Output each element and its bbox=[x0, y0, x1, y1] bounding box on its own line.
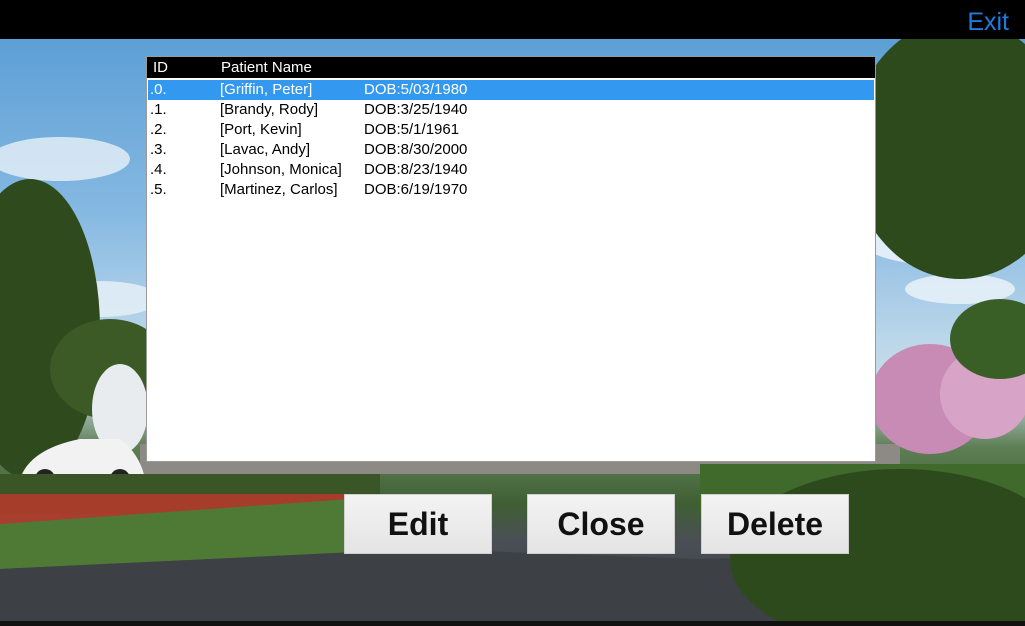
list-item[interactable]: .5. [Martinez, Carlos] DOB:6/19/1970 bbox=[148, 180, 874, 200]
patient-dob: DOB:6/19/1970 bbox=[364, 181, 468, 198]
patient-id: .5. bbox=[150, 181, 167, 198]
patient-name: [Griffin, Peter] bbox=[220, 81, 313, 98]
patient-name: [Port, Kevin] bbox=[220, 121, 302, 138]
patient-name: [Brandy, Rody] bbox=[220, 101, 319, 118]
bottom-strip bbox=[0, 621, 1025, 626]
close-button[interactable]: Close bbox=[527, 494, 675, 554]
patient-id: .1. bbox=[150, 101, 167, 118]
list-item[interactable]: .2. [Port, Kevin] DOB:5/1/1961 bbox=[148, 120, 874, 140]
top-bar: Exit bbox=[0, 0, 1025, 39]
edit-button[interactable]: Edit bbox=[344, 494, 492, 554]
patient-name: [Martinez, Carlos] bbox=[220, 181, 338, 198]
patient-id: .3. bbox=[150, 141, 167, 158]
list-item[interactable]: .3. [Lavac, Andy] DOB:8/30/2000 bbox=[148, 140, 874, 160]
list-header: ID Patient Name bbox=[147, 57, 875, 78]
patient-id: .2. bbox=[150, 121, 167, 138]
patient-name: [Johnson, Monica] bbox=[220, 161, 342, 178]
delete-button[interactable]: Delete bbox=[701, 494, 849, 554]
patient-list[interactable]: ID Patient Name .0. [Griffin, Peter] DOB… bbox=[146, 56, 876, 462]
list-item[interactable]: .0. [Griffin, Peter] DOB:5/03/1980 bbox=[148, 80, 874, 100]
column-header-patient-name[interactable]: Patient Name bbox=[221, 59, 312, 76]
patient-id: .0. bbox=[150, 81, 167, 98]
list-body: .0. [Griffin, Peter] DOB:5/03/1980 .1. [… bbox=[148, 80, 874, 200]
patient-dob: DOB:5/03/1980 bbox=[364, 81, 468, 98]
patient-dob: DOB:5/1/1961 bbox=[364, 121, 460, 138]
column-header-id[interactable]: ID bbox=[153, 59, 168, 76]
exit-button[interactable]: Exit bbox=[967, 7, 1009, 37]
patient-id: .4. bbox=[150, 161, 167, 178]
list-item[interactable]: .1. [Brandy, Rody] DOB:3/25/1940 bbox=[148, 100, 874, 120]
patient-dob: DOB:8/30/2000 bbox=[364, 141, 468, 158]
patient-dob: DOB:3/25/1940 bbox=[364, 101, 468, 118]
patient-dob: DOB:8/23/1940 bbox=[364, 161, 468, 178]
list-item[interactable]: .4. [Johnson, Monica] DOB:8/23/1940 bbox=[148, 160, 874, 180]
patient-name: [Lavac, Andy] bbox=[220, 141, 311, 158]
